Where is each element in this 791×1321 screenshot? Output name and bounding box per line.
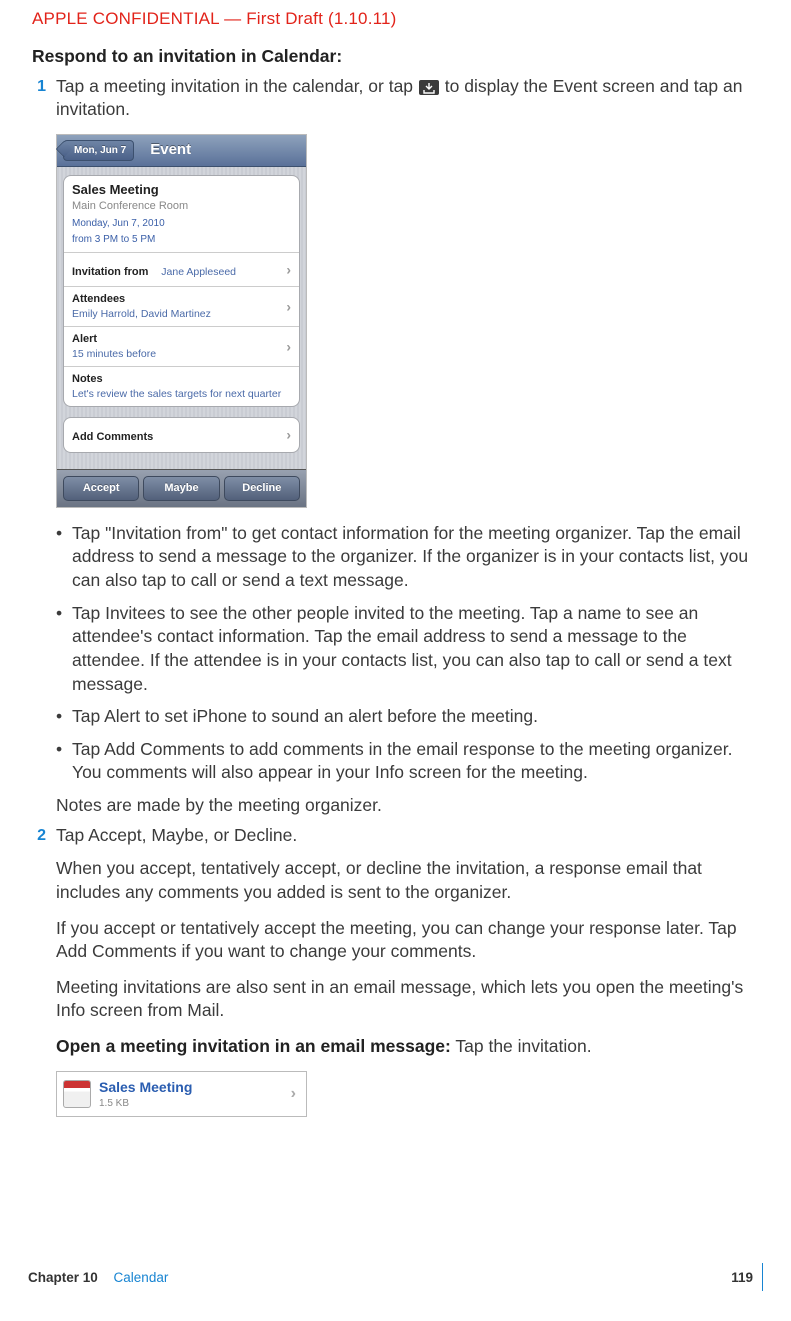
meeting-time: from 3 PM to 5 PM <box>72 233 291 247</box>
attendees-value: Emily Harrold, David Martinez <box>72 307 291 321</box>
add-comments-row[interactable]: Add Comments › <box>64 418 299 452</box>
attachment-size: 1.5 KB <box>99 1097 192 1111</box>
nav-title: Event <box>150 140 191 160</box>
chapter-label: Chapter 10 <box>28 1270 98 1285</box>
bullet-list: Tap "Invitation from" to get contact inf… <box>56 522 753 785</box>
maybe-button[interactable]: Maybe <box>143 476 219 501</box>
add-comments-card[interactable]: Add Comments › <box>63 417 300 453</box>
navbar: Mon, Jun 7 Event <box>57 135 306 168</box>
page-footer: Chapter 10 Calendar 119 <box>28 1269 753 1287</box>
inbox-icon <box>419 80 439 95</box>
event-body: Sales Meeting Main Conference Room Monda… <box>57 167 306 469</box>
invitation-from-row[interactable]: Invitation from Jane Appleseed › <box>64 253 299 288</box>
list-item: Tap Add Comments to add comments in the … <box>56 738 753 785</box>
notes-row: Notes Let's review the sales targets for… <box>64 367 299 406</box>
attachment-title: Sales Meeting <box>99 1078 192 1097</box>
attendees-label: Attendees <box>72 292 291 307</box>
inline-heading-rest: Tap the invitation. <box>451 1036 592 1056</box>
chapter-name: Calendar <box>114 1270 169 1285</box>
paragraph: When you accept, tentatively accept, or … <box>56 857 753 904</box>
add-comments-label: Add Comments <box>72 431 153 443</box>
meeting-header: Sales Meeting Main Conference Room Monda… <box>64 176 299 252</box>
accept-button[interactable]: Accept <box>63 476 139 501</box>
notes-value: Let's review the sales targets for next … <box>72 387 291 401</box>
alert-row[interactable]: Alert 15 minutes before › <box>64 327 299 367</box>
meeting-title: Sales Meeting <box>72 181 291 199</box>
alert-label: Alert <box>72 332 291 347</box>
meeting-date: Monday, Jun 7, 2010 <box>72 217 291 231</box>
attendees-row[interactable]: Attendees Emily Harrold, David Martinez … <box>64 287 299 327</box>
calendar-icon <box>63 1080 91 1108</box>
alert-value: 15 minutes before <box>72 347 291 361</box>
confidential-header: APPLE CONFIDENTIAL — First Draft (1.10.1… <box>32 8 753 31</box>
chevron-right-icon: › <box>286 337 291 356</box>
event-details-card: Sales Meeting Main Conference Room Monda… <box>63 175 300 407</box>
chevron-right-icon: › <box>286 260 291 279</box>
step-number: 2 <box>28 824 46 848</box>
chapter-info: Chapter 10 Calendar <box>28 1269 168 1287</box>
chevron-right-icon: › <box>291 1083 296 1105</box>
invitation-from-label: Invitation from <box>72 266 148 278</box>
inline-heading-bold: Open a meeting invitation in an email me… <box>56 1036 451 1056</box>
chevron-right-icon: › <box>286 297 291 316</box>
email-attachment-screenshot[interactable]: Sales Meeting 1.5 KB › <box>56 1071 307 1117</box>
paragraph: Meeting invitations are also sent in an … <box>56 976 753 1023</box>
list-item: Tap "Invitation from" to get contact inf… <box>56 522 753 593</box>
step-number: 1 <box>28 75 46 122</box>
attachment-info: Sales Meeting 1.5 KB <box>99 1078 192 1110</box>
decline-button[interactable]: Decline <box>224 476 300 501</box>
step-1: 1 Tap a meeting invitation in the calend… <box>28 75 753 122</box>
notes-label: Notes <box>72 372 291 387</box>
list-item: Tap Alert to set iPhone to sound an aler… <box>56 705 753 729</box>
invitation-from-value: Jane Appleseed <box>161 266 236 278</box>
chevron-right-icon: › <box>286 426 291 445</box>
paragraph: If you accept or tentatively accept the … <box>56 917 753 964</box>
step1-text-before: Tap a meeting invitation in the calendar… <box>56 76 418 96</box>
meeting-location: Main Conference Room <box>72 199 291 214</box>
footer-divider <box>762 1263 763 1291</box>
section-title: Respond to an invitation in Calendar: <box>32 45 753 69</box>
back-button[interactable]: Mon, Jun 7 <box>63 140 134 162</box>
notes-paragraph: Notes are made by the meeting organizer. <box>56 794 753 818</box>
page-number: 119 <box>731 1269 753 1287</box>
list-item: Tap Invitees to see the other people inv… <box>56 602 753 697</box>
event-screenshot: Mon, Jun 7 Event Sales Meeting Main Conf… <box>56 134 307 508</box>
inline-heading: Open a meeting invitation in an email me… <box>56 1035 753 1059</box>
step-text: Tap Accept, Maybe, or Decline. <box>56 824 753 848</box>
step-2: 2 Tap Accept, Maybe, or Decline. <box>28 824 753 848</box>
step-text: Tap a meeting invitation in the calendar… <box>56 75 753 122</box>
response-toolbar: Accept Maybe Decline <box>57 469 306 507</box>
